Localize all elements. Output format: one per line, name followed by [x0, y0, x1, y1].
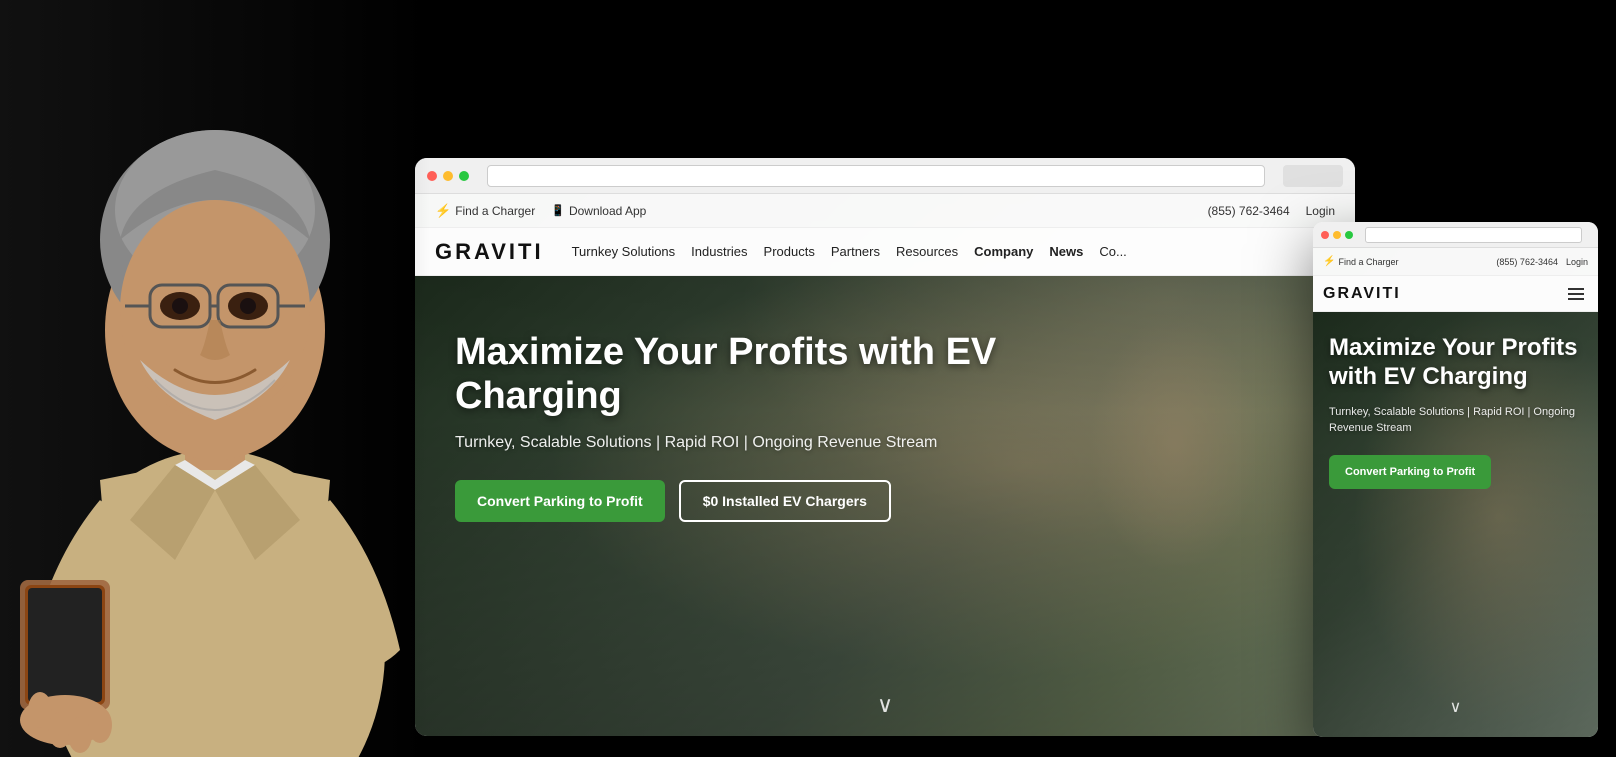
download-app-link[interactable]: 📱 Download App [551, 204, 646, 218]
nav-logo[interactable]: GRAVITI [435, 239, 544, 265]
mobile-phone-number: (855) 762-3464 [1496, 257, 1558, 267]
find-charger-label: Find a Charger [455, 204, 535, 218]
nav-item-company[interactable]: Company [974, 244, 1033, 259]
scroll-indicator: ∨ [877, 692, 893, 718]
website-content: ⚡ Find a Charger 📱 Download App (855) 76… [415, 194, 1355, 736]
person-container [0, 0, 430, 757]
person-svg [0, 0, 430, 757]
browser-dot-green [459, 171, 469, 181]
nav-item-industries[interactable]: Industries [691, 244, 747, 259]
mobile-top-utility-bar: ⚡ Find a Charger (855) 762-3464 Login [1313, 248, 1598, 276]
login-link[interactable]: Login [1306, 204, 1335, 218]
top-utility-bar: ⚡ Find a Charger 📱 Download App (855) 76… [415, 194, 1355, 228]
phone-icon: 📱 [551, 204, 565, 217]
browser-mobile: ⚡ Find a Charger (855) 762-3464 Login GR… [1313, 222, 1598, 737]
hero-subtitle: Turnkey, Scalable Solutions | Rapid ROI … [455, 434, 1315, 452]
download-app-label: Download App [569, 204, 646, 218]
mobile-lightning-icon: ⚡ [1323, 256, 1335, 267]
lightning-icon: ⚡ [435, 203, 451, 219]
browser-chrome [415, 158, 1355, 194]
mobile-hero-title: Maximize Your Profits with EV Charging [1329, 334, 1582, 392]
browser-main: ⚡ Find a Charger 📱 Download App (855) 76… [415, 158, 1355, 736]
hero-title: Maximize Your Profits with EV Charging [455, 331, 1075, 418]
hamburger-line-1 [1568, 288, 1584, 290]
hamburger-line-2 [1568, 293, 1584, 295]
mobile-website-content: ⚡ Find a Charger (855) 762-3464 Login GR… [1313, 248, 1598, 737]
mobile-browser-chrome [1313, 222, 1598, 248]
browser-url-bar [487, 165, 1265, 187]
mobile-convert-parking-button[interactable]: Convert Parking to Profit [1329, 455, 1491, 489]
mobile-dot-yellow [1333, 231, 1341, 239]
nav-item-products[interactable]: Products [764, 244, 815, 259]
nav-item-co[interactable]: Co... [1099, 244, 1126, 259]
mobile-hero-subtitle: Turnkey, Scalable Solutions | Rapid ROI … [1329, 404, 1582, 437]
hamburger-line-3 [1568, 298, 1584, 300]
mobile-hero-section: Maximize Your Profits with EV Charging T… [1313, 312, 1598, 509]
mobile-nav: GRAVITI [1313, 276, 1598, 312]
nav-items: Turnkey Solutions Industries Products Pa… [572, 244, 1335, 259]
nav-item-turnkey[interactable]: Turnkey Solutions [572, 244, 676, 259]
mobile-dot-green [1345, 231, 1353, 239]
find-charger-link[interactable]: ⚡ Find a Charger [435, 203, 535, 219]
mobile-scroll-indicator: ∨ [1450, 697, 1462, 717]
browser-dot-yellow [443, 171, 453, 181]
hero-section: Maximize Your Profits with EV Charging T… [415, 276, 1355, 552]
top-bar-left: ⚡ Find a Charger 📱 Download App [435, 203, 1188, 219]
ev-chargers-button[interactable]: $0 Installed EV Chargers [679, 480, 891, 522]
hamburger-menu-button[interactable] [1564, 284, 1588, 304]
convert-parking-button[interactable]: Convert Parking to Profit [455, 480, 665, 522]
mobile-dot-red [1321, 231, 1329, 239]
phone-number: (855) 762-3464 [1208, 204, 1290, 218]
main-nav: GRAVITI Turnkey Solutions Industries Pro… [415, 228, 1355, 276]
mobile-nav-logo[interactable]: GRAVITI [1323, 285, 1401, 303]
hero-buttons: Convert Parking to Profit $0 Installed E… [455, 480, 1315, 522]
nav-item-partners[interactable]: Partners [831, 244, 880, 259]
nav-item-news[interactable]: News [1049, 244, 1083, 259]
mobile-find-charger-label: Find a Charger [1338, 257, 1398, 267]
top-bar-right: (855) 762-3464 Login [1208, 204, 1335, 218]
mobile-login-link[interactable]: Login [1566, 257, 1588, 267]
mobile-find-charger[interactable]: ⚡ Find a Charger [1323, 256, 1488, 267]
nav-item-resources[interactable]: Resources [896, 244, 958, 259]
